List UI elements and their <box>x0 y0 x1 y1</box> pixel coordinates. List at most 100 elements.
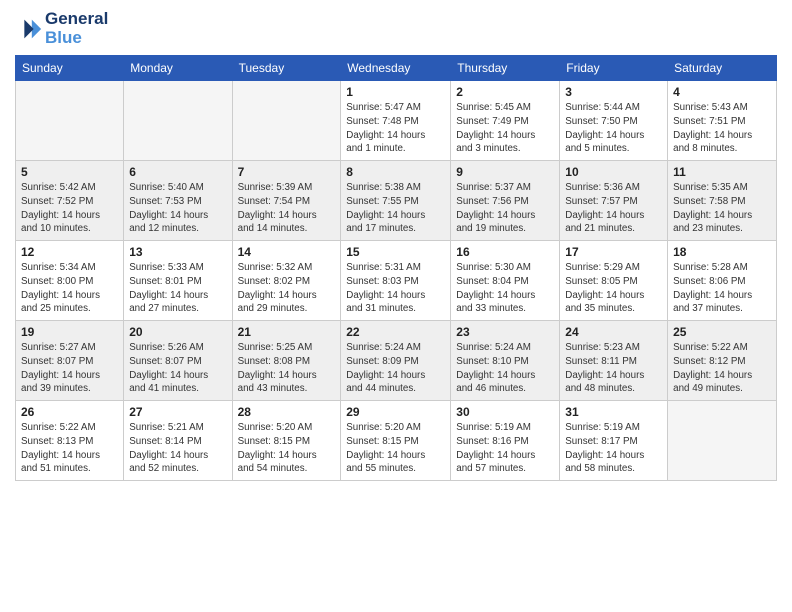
weekday-header: Saturday <box>668 56 777 81</box>
page: General Blue SundayMondayTuesdayWednesda… <box>0 0 792 612</box>
calendar-day-cell <box>16 81 124 161</box>
day-number: 9 <box>456 165 554 179</box>
calendar-day-cell: 8 Sunrise: 5:38 AM Sunset: 7:55 PM Daylig… <box>341 161 451 241</box>
day-info: Sunrise: 5:25 AM Sunset: 8:08 PM Dayligh… <box>238 341 336 396</box>
day-info: Sunrise: 5:35 AM Sunset: 7:58 PM Dayligh… <box>673 181 771 236</box>
day-number: 25 <box>673 325 771 339</box>
calendar-day-cell: 20 Sunrise: 5:26 AM Sunset: 8:07 PM Dayli… <box>124 321 232 401</box>
calendar-day-cell: 5Sunrise: 5:42 AM Sunset: 7:52 PM Daylig… <box>16 161 124 241</box>
day-info: Sunrise: 5:38 AM Sunset: 7:55 PM Dayligh… <box>346 181 445 236</box>
day-number: 11 <box>673 165 771 179</box>
calendar-day-cell: 31 Sunrise: 5:19 AM Sunset: 8:17 PM Dayli… <box>560 401 668 481</box>
day-info: Sunrise: 5:21 AM Sunset: 8:14 PM Dayligh… <box>129 421 226 476</box>
day-info: Sunrise: 5:23 AM Sunset: 8:11 PM Dayligh… <box>565 341 662 396</box>
calendar-day-cell: 12 Sunrise: 5:34 AM Sunset: 8:00 PM Dayli… <box>16 241 124 321</box>
calendar-table: SundayMondayTuesdayWednesdayThursdayFrid… <box>15 55 777 481</box>
calendar-day-cell: 7Sunrise: 5:39 AM Sunset: 7:54 PM Daylig… <box>232 161 341 241</box>
calendar-day-cell: 2 Sunrise: 5:45 AM Sunset: 7:49 PM Daylig… <box>451 81 560 161</box>
calendar-day-cell: 19 Sunrise: 5:27 AM Sunset: 8:07 PM Dayli… <box>16 321 124 401</box>
day-number: 14 <box>238 245 336 259</box>
day-number: 26 <box>21 405 118 419</box>
day-info: Sunrise: 5:36 AM Sunset: 7:57 PM Dayligh… <box>565 181 662 236</box>
day-number: 18 <box>673 245 771 259</box>
calendar-day-cell: 23Sunrise: 5:24 AM Sunset: 8:10 PM Dayli… <box>451 321 560 401</box>
day-info: Sunrise: 5:32 AM Sunset: 8:02 PM Dayligh… <box>238 261 336 316</box>
day-number: 28 <box>238 405 336 419</box>
weekday-header: Friday <box>560 56 668 81</box>
day-info: Sunrise: 5:34 AM Sunset: 8:00 PM Dayligh… <box>21 261 118 316</box>
day-number: 12 <box>21 245 118 259</box>
day-info: Sunrise: 5:29 AM Sunset: 8:05 PM Dayligh… <box>565 261 662 316</box>
day-number: 20 <box>129 325 226 339</box>
day-number: 21 <box>238 325 336 339</box>
day-info: Sunrise: 5:24 AM Sunset: 8:09 PM Dayligh… <box>346 341 445 396</box>
calendar-day-cell <box>668 401 777 481</box>
calendar-day-cell: 28 Sunrise: 5:20 AM Sunset: 8:15 PM Dayli… <box>232 401 341 481</box>
day-number: 8 <box>346 165 445 179</box>
day-number: 27 <box>129 405 226 419</box>
day-number: 31 <box>565 405 662 419</box>
day-info: Sunrise: 5:47 AM Sunset: 7:48 PM Dayligh… <box>346 101 445 156</box>
weekday-header: Thursday <box>451 56 560 81</box>
day-number: 15 <box>346 245 445 259</box>
day-info: Sunrise: 5:19 AM Sunset: 8:17 PM Dayligh… <box>565 421 662 476</box>
day-number: 6 <box>129 165 226 179</box>
calendar-week-row: 12 Sunrise: 5:34 AM Sunset: 8:00 PM Dayli… <box>16 241 777 321</box>
day-info: Sunrise: 5:24 AM Sunset: 8:10 PM Dayligh… <box>456 341 554 396</box>
day-number: 22 <box>346 325 445 339</box>
logo: General Blue <box>15 10 108 47</box>
calendar-day-cell: 30Sunrise: 5:19 AM Sunset: 8:16 PM Dayli… <box>451 401 560 481</box>
day-number: 1 <box>346 85 445 99</box>
day-number: 19 <box>21 325 118 339</box>
day-info: Sunrise: 5:33 AM Sunset: 8:01 PM Dayligh… <box>129 261 226 316</box>
weekday-header: Sunday <box>16 56 124 81</box>
day-number: 2 <box>456 85 554 99</box>
calendar-week-row: 1 Sunrise: 5:47 AM Sunset: 7:48 PM Daylig… <box>16 81 777 161</box>
day-info: Sunrise: 5:40 AM Sunset: 7:53 PM Dayligh… <box>129 181 226 236</box>
day-info: Sunrise: 5:22 AM Sunset: 8:13 PM Dayligh… <box>21 421 118 476</box>
day-info: Sunrise: 5:20 AM Sunset: 8:15 PM Dayligh… <box>238 421 336 476</box>
logo-icon <box>15 15 43 43</box>
calendar-week-row: 5Sunrise: 5:42 AM Sunset: 7:52 PM Daylig… <box>16 161 777 241</box>
calendar-day-cell: 14 Sunrise: 5:32 AM Sunset: 8:02 PM Dayli… <box>232 241 341 321</box>
calendar-day-cell: 22 Sunrise: 5:24 AM Sunset: 8:09 PM Dayli… <box>341 321 451 401</box>
day-number: 29 <box>346 405 445 419</box>
day-info: Sunrise: 5:37 AM Sunset: 7:56 PM Dayligh… <box>456 181 554 236</box>
day-info: Sunrise: 5:44 AM Sunset: 7:50 PM Dayligh… <box>565 101 662 156</box>
calendar-day-cell: 27 Sunrise: 5:21 AM Sunset: 8:14 PM Dayli… <box>124 401 232 481</box>
calendar-day-cell: 29 Sunrise: 5:20 AM Sunset: 8:15 PM Dayli… <box>341 401 451 481</box>
day-info: Sunrise: 5:31 AM Sunset: 8:03 PM Dayligh… <box>346 261 445 316</box>
day-number: 17 <box>565 245 662 259</box>
calendar-day-cell <box>232 81 341 161</box>
day-info: Sunrise: 5:28 AM Sunset: 8:06 PM Dayligh… <box>673 261 771 316</box>
calendar-day-cell: 11 Sunrise: 5:35 AM Sunset: 7:58 PM Dayli… <box>668 161 777 241</box>
day-info: Sunrise: 5:45 AM Sunset: 7:49 PM Dayligh… <box>456 101 554 156</box>
day-number: 4 <box>673 85 771 99</box>
day-number: 24 <box>565 325 662 339</box>
day-number: 10 <box>565 165 662 179</box>
calendar-day-cell: 10 Sunrise: 5:36 AM Sunset: 7:57 PM Dayli… <box>560 161 668 241</box>
calendar-day-cell: 15 Sunrise: 5:31 AM Sunset: 8:03 PM Dayli… <box>341 241 451 321</box>
day-info: Sunrise: 5:26 AM Sunset: 8:07 PM Dayligh… <box>129 341 226 396</box>
header: General Blue <box>15 10 777 47</box>
calendar-day-cell: 9 Sunrise: 5:37 AM Sunset: 7:56 PM Daylig… <box>451 161 560 241</box>
weekday-header: Monday <box>124 56 232 81</box>
day-number: 16 <box>456 245 554 259</box>
calendar-day-cell: 16Sunrise: 5:30 AM Sunset: 8:04 PM Dayli… <box>451 241 560 321</box>
day-info: Sunrise: 5:19 AM Sunset: 8:16 PM Dayligh… <box>456 421 554 476</box>
calendar-week-row: 19 Sunrise: 5:27 AM Sunset: 8:07 PM Dayli… <box>16 321 777 401</box>
day-info: Sunrise: 5:42 AM Sunset: 7:52 PM Dayligh… <box>21 181 118 236</box>
calendar-day-cell: 26 Sunrise: 5:22 AM Sunset: 8:13 PM Dayli… <box>16 401 124 481</box>
calendar-day-cell: 24 Sunrise: 5:23 AM Sunset: 8:11 PM Dayli… <box>560 321 668 401</box>
calendar-day-cell: 1 Sunrise: 5:47 AM Sunset: 7:48 PM Daylig… <box>341 81 451 161</box>
day-info: Sunrise: 5:20 AM Sunset: 8:15 PM Dayligh… <box>346 421 445 476</box>
day-number: 3 <box>565 85 662 99</box>
calendar-day-cell: 3 Sunrise: 5:44 AM Sunset: 7:50 PM Daylig… <box>560 81 668 161</box>
calendar-day-cell: 6 Sunrise: 5:40 AM Sunset: 7:53 PM Daylig… <box>124 161 232 241</box>
day-info: Sunrise: 5:39 AM Sunset: 7:54 PM Dayligh… <box>238 181 336 236</box>
calendar-day-cell: 21 Sunrise: 5:25 AM Sunset: 8:08 PM Dayli… <box>232 321 341 401</box>
calendar-day-cell: 4Sunrise: 5:43 AM Sunset: 7:51 PM Daylig… <box>668 81 777 161</box>
logo-text: General Blue <box>45 10 108 47</box>
calendar-day-cell: 13Sunrise: 5:33 AM Sunset: 8:01 PM Dayli… <box>124 241 232 321</box>
day-info: Sunrise: 5:27 AM Sunset: 8:07 PM Dayligh… <box>21 341 118 396</box>
